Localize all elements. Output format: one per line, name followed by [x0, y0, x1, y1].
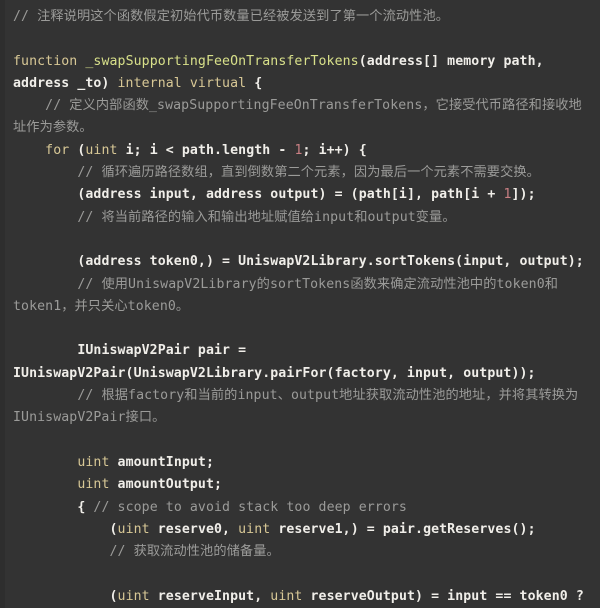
code-line: (uint reserve0, uint reserve1,) = pair.g…: [13, 519, 592, 541]
code-token: //: [13, 9, 38, 24]
code-snippet-viewer[interactable]: // 注释说明这个函数假定初始代币数量已经被发送到了第一个流动性池。 functi…: [0, 0, 600, 608]
code-line: (address token0,) = UniswapV2Library.sor…: [13, 251, 592, 273]
code-token: (: [13, 588, 118, 604]
code-token: //: [13, 544, 134, 560]
code-line: // 根据factory和当前的input、output地址获取流动性池的地址，…: [13, 385, 592, 430]
code-token: amountInput;: [109, 454, 215, 470]
code-token: (: [69, 142, 86, 158]
code-line: // 获取流动性池的储备量。: [13, 541, 592, 563]
code-token: function: [13, 53, 78, 69]
code-token: uint: [270, 588, 303, 604]
code-token: //: [13, 98, 70, 114]
code-line: function _swapSupportingFeeOnTransferTok…: [13, 51, 592, 96]
code-token: //: [13, 209, 102, 225]
code-token: virtual: [189, 75, 247, 91]
code-token: //: [13, 388, 102, 404]
code-token: i; i < path.length -: [117, 142, 295, 158]
code-line: // 注释说明这个函数假定初始代币数量已经被发送到了第一个流动性池。: [13, 6, 592, 28]
code-token: uint: [85, 142, 118, 158]
code-token: 获取流动性池的储备量。: [133, 544, 280, 560]
code-token: uint: [238, 521, 271, 537]
code-token: _swapSupportingFeeOnTransferTokens: [85, 53, 359, 69]
code-token: ; i++) {: [302, 142, 367, 158]
code-token: (address token0,) = UniswapV2Library.sor…: [13, 254, 584, 270]
code-token: 循环遍历路径数组，直到倒数第二个元素，因为最后一个元素不需要交换。: [101, 165, 540, 181]
code-token: {: [246, 75, 263, 91]
code-token: 将当前路径的输入和输出地址赋值给input和output变量。: [101, 209, 456, 225]
code-token: IUniswapV2Pair pair = IUniswapV2Pair(Uni…: [13, 343, 536, 381]
code-token: // scope to avoid stack too deep errors: [93, 499, 407, 515]
code-token: //: [13, 165, 102, 181]
code-token: internal: [117, 75, 182, 91]
code-line: uint amountOutput;: [13, 474, 592, 496]
code-line: (uint reserveInput, uint reserveOutput) …: [13, 586, 592, 608]
code-token: for: [45, 142, 70, 158]
code-line: { // scope to avoid stack too deep error…: [13, 497, 592, 519]
code-line: // 将当前路径的输入和输出地址赋值给input和output变量。: [13, 207, 592, 229]
code-line: // 循环遍历路径数组，直到倒数第二个元素，因为最后一个元素不需要交换。: [13, 162, 592, 184]
code-token: uint: [117, 588, 150, 604]
code-token: ]);: [511, 187, 536, 203]
code-line: for (uint i; i < path.length - 1; i++) {: [13, 140, 592, 162]
code-line: // 定义内部函数_swapSupportingFeeOnTransferTok…: [13, 95, 592, 140]
code-token: {: [13, 499, 94, 515]
code-token: amountOutput;: [109, 477, 223, 493]
code-token: uint: [77, 477, 110, 493]
code-token: (: [13, 521, 118, 537]
code-token: uint: [117, 521, 150, 537]
code-token: 注释说明这个函数假定初始代币数量已经被发送到了第一个流动性池。: [37, 9, 450, 24]
code-token: uint: [77, 454, 110, 470]
code-line: // 使用UniswapV2Library的sortTokens函数来确定流动性…: [13, 274, 592, 319]
code-token: reserve1,) = pair.getReserves();: [270, 521, 536, 537]
code-token: //: [13, 276, 102, 292]
code-line: IUniswapV2Pair pair = IUniswapV2Pair(Uni…: [13, 340, 592, 385]
code-token: 定义内部函数_swapSupportingFeeOnTransferTokens…: [13, 98, 582, 136]
code-token: reserveInput,: [149, 588, 271, 604]
code-token: reserve0,: [149, 521, 239, 537]
code-token: (address input, address output) = (path[…: [13, 187, 504, 203]
code-line: (address input, address output) = (path[…: [13, 184, 592, 206]
code-lines-container: // 注释说明这个函数假定初始代币数量已经被发送到了第一个流动性池。 functi…: [13, 6, 592, 608]
code-line: uint amountInput;: [13, 452, 592, 474]
